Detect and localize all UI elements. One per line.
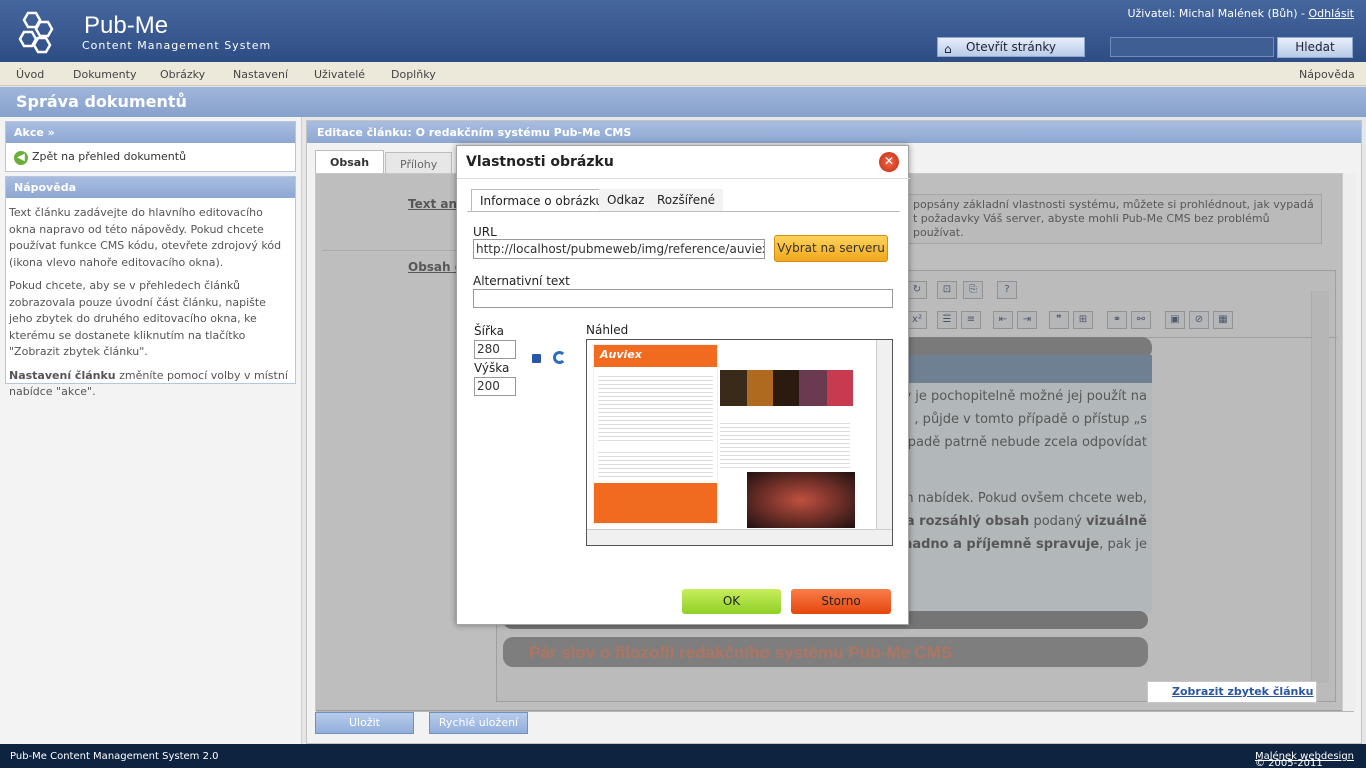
height-input[interactable]: 200 <box>474 377 516 396</box>
url-input[interactable]: http://localhost/pubmeweb/img/reference/… <box>473 239 765 259</box>
footer: Pub-Me Content Management System 2.0 © 2… <box>0 744 1366 768</box>
menu-item-uzivatele[interactable]: Uživatelé <box>314 68 365 81</box>
preview-photo <box>773 370 799 406</box>
dialog-divider <box>457 178 910 179</box>
edit-article-header: Editace článku: O redakčním systému Pub-… <box>307 121 1361 143</box>
preview-horizontal-scrollbar[interactable] <box>587 529 892 545</box>
lock-ratio-icon[interactable] <box>532 354 541 363</box>
footer-version: Pub-Me Content Management System 2.0 <box>10 751 219 762</box>
width-input[interactable]: 280 <box>474 340 516 359</box>
preview-brand: Auviex <box>594 345 717 367</box>
header: Pub-Me Content Management System Uživate… <box>0 0 1366 62</box>
width-label: Šířka <box>474 324 504 338</box>
help-panel: Nápověda Text článku zadávejte do hlavní… <box>5 176 296 398</box>
back-arrow-icon: ◀ <box>14 151 28 165</box>
menu-item-nastaveni[interactable]: Nastavení <box>233 68 288 81</box>
preview-footer-block <box>594 483 717 523</box>
alt-text-label: Alternativní text <box>473 274 570 288</box>
height-label: Výška <box>474 361 510 375</box>
actions-title[interactable]: Akce » <box>6 122 295 143</box>
show-rest-button[interactable]: Zobrazit zbytek článku <box>1147 681 1317 703</box>
menu-item-uvod[interactable]: Úvod <box>16 68 44 81</box>
help-title: Nápověda <box>6 177 295 198</box>
menu-item-help[interactable]: Nápověda <box>1299 68 1355 81</box>
image-properties-dialog: Vlastnosti obrázku ✕ Informace o obrázku… <box>456 145 910 625</box>
dialog-title: Vlastnosti obrázku <box>466 154 614 170</box>
sidebar: Akce » ◀ Zpět na přehled dokumentů Nápově… <box>0 117 302 744</box>
save-button[interactable]: Uložit <box>315 712 414 734</box>
help-paragraph: Nastavení článku změníte pomocí volby v … <box>9 368 292 401</box>
back-to-documents-link[interactable]: ◀ Zpět na přehled dokumentů <box>14 150 186 165</box>
menu-item-doplnky[interactable]: Doplňky <box>391 68 436 81</box>
tab-image-info[interactable]: Informace o obrázku <box>471 189 613 211</box>
preview-vertical-scrollbar[interactable] <box>876 340 892 530</box>
form-scrollbar[interactable] <box>1342 173 1356 711</box>
brand-name: Pub-Me <box>84 12 169 39</box>
title-bar: Správa dokumentů <box>0 87 1366 117</box>
open-site-label: Otevřít stránky <box>966 40 1056 54</box>
help-paragraph: Pokud chcete, aby se v přehledech článků… <box>9 279 266 358</box>
help-paragraph: Text článku zadávejte do hlavního editov… <box>9 206 282 269</box>
alt-text-input[interactable] <box>473 289 893 308</box>
image-preview: Auviex <box>586 339 893 546</box>
user-name: Uživatel: Michal Malének (Bůh) - <box>1127 7 1309 20</box>
preview-photo <box>799 370 827 406</box>
menu-item-dokumenty[interactable]: Dokumenty <box>73 68 136 81</box>
quick-save-button[interactable]: Rychlé uložení <box>429 712 528 734</box>
menu-item-obrazky[interactable]: Obrázky <box>160 68 205 81</box>
browse-server-button[interactable]: Vybrat na serveru <box>774 235 888 262</box>
preview-text-block <box>598 449 713 479</box>
help-bold-term: Nastavení článku <box>9 368 116 382</box>
reset-size-icon[interactable] <box>553 351 566 364</box>
preview-text-block <box>720 420 850 470</box>
tab-advanced[interactable]: Rozšířené <box>649 189 724 211</box>
ok-button[interactable]: OK <box>682 589 781 614</box>
back-link-label: Zpět na přehled dokumentů <box>32 150 187 163</box>
preview-text-block <box>598 373 713 443</box>
close-icon[interactable]: ✕ <box>879 152 899 172</box>
preview-photo <box>827 370 853 406</box>
copyright-text: © 2005-2011 <box>1255 758 1323 768</box>
show-rest-label: Zobrazit zbytek článku <box>1172 685 1314 698</box>
footer-copyright: © 2005-2011 Malének webdesign <box>1255 751 1354 768</box>
url-label: URL <box>473 225 497 239</box>
search-input[interactable] <box>1110 37 1274 57</box>
user-info: Uživatel: Michal Malének (Bůh) - Odhlási… <box>1127 7 1354 20</box>
cancel-button[interactable]: Storno <box>791 589 891 614</box>
open-site-button[interactable]: ⌂ Otevřít stránky <box>937 37 1085 57</box>
brand-subtitle: Content Management System <box>82 39 272 52</box>
preview-page-left: Auviex <box>593 344 718 524</box>
pubme-logo-icon <box>18 11 54 54</box>
preview-photo <box>747 370 773 406</box>
page-title: Správa dokumentů <box>16 92 187 111</box>
logout-link[interactable]: Odhlásit <box>1308 7 1354 20</box>
preview-large-photo <box>747 472 855 528</box>
tab-link[interactable]: Odkaz <box>599 189 653 211</box>
preview-label: Náhled <box>586 323 629 337</box>
actions-panel: Akce » ◀ Zpět na přehled dokumentů <box>5 121 296 172</box>
search-button[interactable]: Hledat <box>1277 37 1353 58</box>
home-icon: ⌂ <box>944 42 952 56</box>
main-menu: Úvod Dokumenty Obrázky Nastavení Uživate… <box>0 62 1366 86</box>
tab-content[interactable]: Obsah <box>315 150 385 174</box>
